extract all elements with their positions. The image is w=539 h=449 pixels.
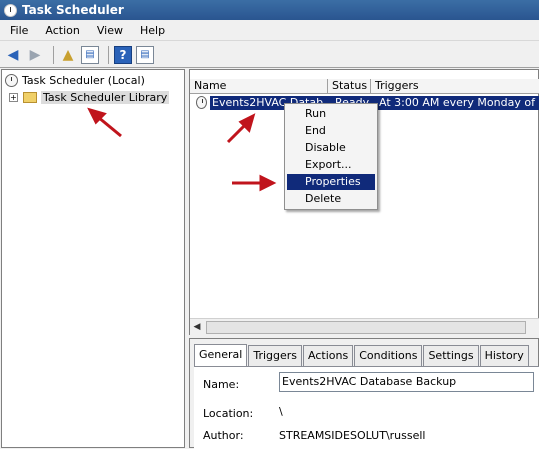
name-label: Name:: [203, 378, 240, 391]
menu-item-disable[interactable]: Disable: [287, 140, 375, 156]
column-header-name[interactable]: Name: [190, 79, 328, 93]
folder-clock-icon: [23, 92, 37, 103]
general-tab-content: Name: Events2HVAC Database Backup Locati…: [194, 366, 539, 449]
tree-item-library[interactable]: + Task Scheduler Library: [9, 89, 170, 106]
column-header-status[interactable]: Status: [328, 79, 371, 93]
task-list-header: Name Status Triggers: [190, 79, 539, 94]
expand-toggle[interactable]: +: [9, 93, 18, 102]
menu-action[interactable]: Action: [39, 24, 85, 37]
cell-triggers: At 3:00 AM every Monday of ...: [379, 96, 539, 109]
tab-settings[interactable]: Settings: [423, 345, 479, 366]
tab-history[interactable]: History: [479, 345, 529, 366]
forward-arrow-icon[interactable]: ▶: [26, 46, 44, 64]
task-scheduler-clock-icon: [4, 3, 17, 17]
tab-conditions[interactable]: Conditions: [354, 345, 423, 366]
tab-actions[interactable]: Actions: [303, 345, 354, 366]
name-field[interactable]: Events2HVAC Database Backup: [279, 372, 534, 392]
menu-item-delete[interactable]: Delete: [287, 191, 375, 207]
menu-view[interactable]: View: [91, 24, 129, 37]
menu-item-export[interactable]: Export...: [287, 157, 375, 173]
menu-file[interactable]: File: [4, 24, 34, 37]
menu-bar: File Action View Help: [0, 21, 539, 41]
location-value: \: [279, 405, 283, 418]
toolbar: ◀ ▶ ▲ ▤ ? ▤: [0, 42, 539, 68]
menu-item-end[interactable]: End: [287, 123, 375, 139]
context-menu: Run End Disable Export... Properties Del…: [284, 103, 378, 210]
show-hide-console-tree-icon[interactable]: ▤: [81, 45, 99, 64]
details-tabs: General Triggers Actions Conditions Sett…: [194, 344, 530, 366]
title-bar: Task Scheduler: [0, 0, 539, 20]
toolbar-separator: [53, 45, 54, 64]
location-label: Location:: [203, 407, 254, 420]
author-value: STREAMSIDESOLUT\russell: [279, 429, 426, 442]
task-clock-icon: [196, 96, 207, 109]
horizontal-scrollbar[interactable]: ◀: [190, 318, 539, 335]
up-folder-icon[interactable]: ▲: [59, 46, 77, 64]
tree-label-library: Task Scheduler Library: [41, 91, 170, 104]
author-label: Author:: [203, 429, 244, 442]
help-icon[interactable]: ?: [114, 45, 132, 64]
menu-help[interactable]: Help: [134, 24, 171, 37]
console-tree: Task Scheduler (Local) + Task Scheduler …: [1, 69, 185, 448]
scroll-left-icon[interactable]: ◀: [190, 320, 204, 334]
back-arrow-icon[interactable]: ◀: [4, 46, 22, 64]
tab-triggers[interactable]: Triggers: [248, 345, 303, 366]
task-details-pane: General Triggers Actions Conditions Sett…: [189, 338, 539, 449]
menu-item-properties[interactable]: Properties: [287, 174, 375, 190]
show-hide-action-pane-icon[interactable]: ▤: [136, 45, 154, 64]
menu-item-run[interactable]: Run: [287, 106, 375, 122]
clock-icon: [5, 74, 18, 87]
tab-general[interactable]: General: [194, 344, 248, 366]
tree-label-local: Task Scheduler (Local): [22, 74, 145, 87]
toolbar-separator: [108, 45, 109, 64]
window-title: Task Scheduler: [22, 3, 124, 17]
scroll-thumb[interactable]: [206, 320, 526, 334]
column-header-triggers[interactable]: Triggers: [371, 79, 539, 93]
tree-item-local[interactable]: Task Scheduler (Local): [5, 72, 145, 89]
